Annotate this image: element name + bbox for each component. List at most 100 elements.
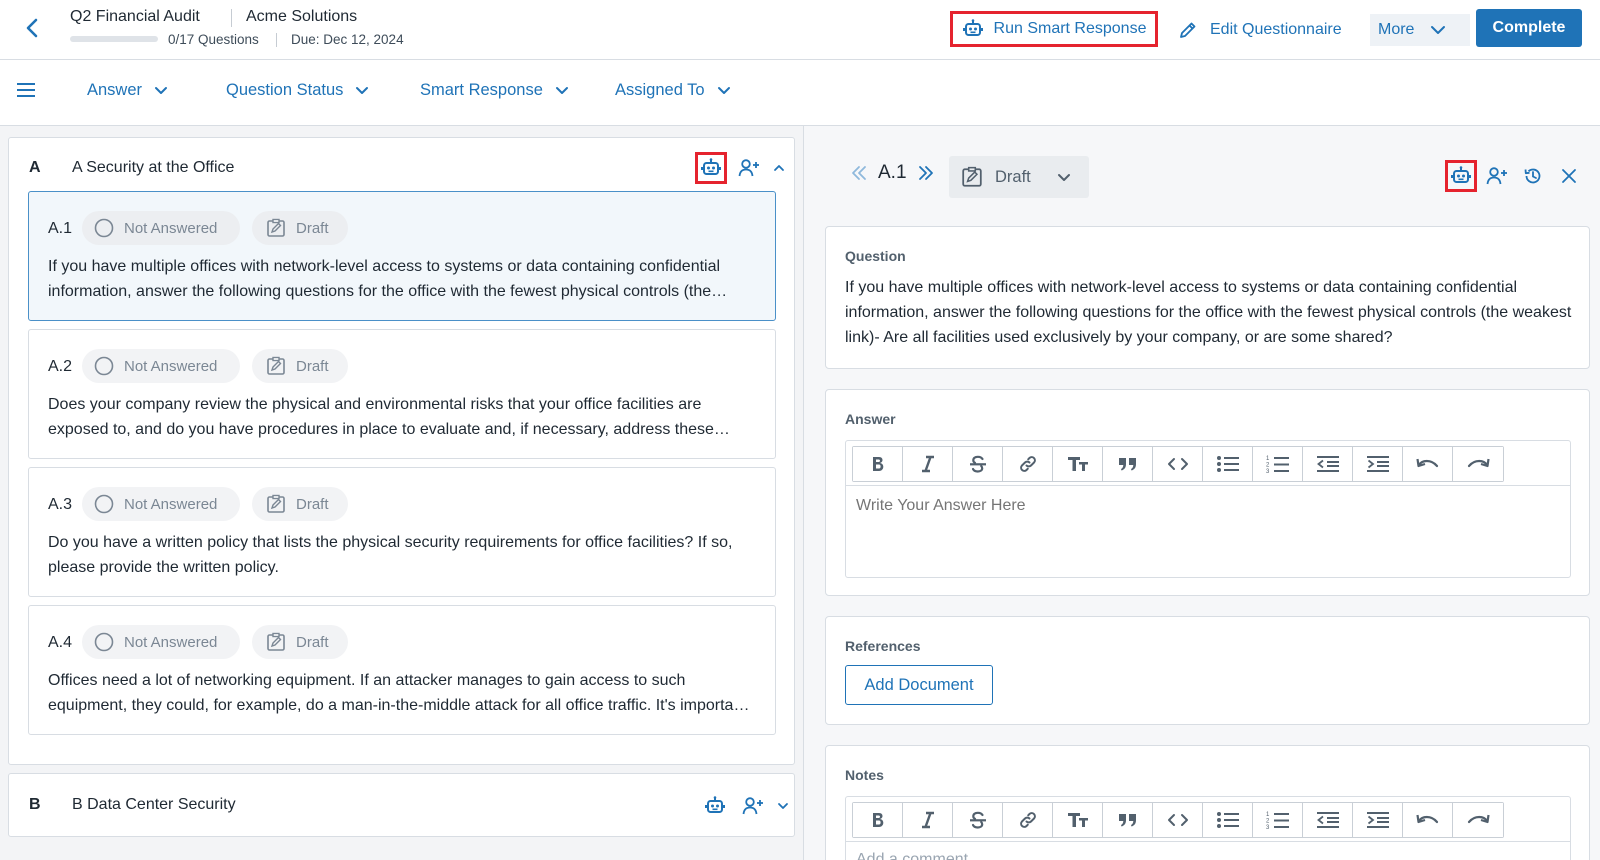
quote-button[interactable] <box>1103 447 1153 481</box>
question-card-a2[interactable]: A.2 Not Answered Draft Does your company… <box>28 329 776 459</box>
quote-button[interactable] <box>1103 803 1153 837</box>
heading-button[interactable] <box>1053 803 1103 837</box>
more-menu-button[interactable]: More <box>1370 14 1470 46</box>
section-b-header[interactable]: B B Data Center Security <box>8 773 795 837</box>
section-a-header[interactable]: A A Security at the Office <box>9 138 794 188</box>
code-button[interactable] <box>1153 447 1203 481</box>
chevron-down-icon <box>356 87 369 94</box>
filter-question-status-label: Question Status <box>226 81 344 99</box>
section-smart-response-button[interactable] <box>695 152 727 184</box>
indent-button[interactable] <box>1353 803 1403 837</box>
question-status-value: Draft <box>995 167 1031 186</box>
empty-circle-icon <box>94 218 114 238</box>
section-letter: B <box>29 796 41 813</box>
section-collapse-button[interactable] <box>771 152 787 184</box>
italic-button[interactable] <box>903 447 953 481</box>
italic-button[interactable] <box>903 803 953 837</box>
previous-question-button[interactable] <box>848 162 870 184</box>
filter-answer[interactable]: Answer <box>87 81 168 100</box>
chevron-down-icon <box>717 87 730 94</box>
link-button[interactable] <box>1003 803 1053 837</box>
filter-assigned-to[interactable]: Assigned To <box>615 81 731 100</box>
filter-smart-response[interactable]: Smart Response <box>420 81 569 100</box>
draft-status-pill: Draft <box>252 349 348 383</box>
company-name: Acme Solutions <box>246 8 358 25</box>
svg-text:3: 3 <box>1266 825 1270 830</box>
bullet-list-button[interactable] <box>1203 803 1253 837</box>
numbered-list-button[interactable]: 123 <box>1253 447 1303 481</box>
add-document-button[interactable]: Add Document <box>845 665 993 705</box>
indent-icon <box>1366 812 1389 828</box>
answer-input[interactable] <box>856 497 1556 515</box>
draft-icon <box>267 494 285 513</box>
add-user-icon <box>1486 167 1507 185</box>
question-card-a1[interactable]: A.1 Not Answered Draft If you have multi… <box>28 191 776 321</box>
add-user-icon <box>738 159 759 177</box>
next-question-button[interactable] <box>915 162 937 184</box>
notes-input[interactable]: Add a comment <box>856 851 968 860</box>
bold-icon <box>872 457 883 471</box>
italic-icon <box>921 455 934 473</box>
section-assign-button[interactable] <box>737 790 769 822</box>
redo-icon <box>1467 458 1490 468</box>
undo-icon <box>1415 814 1438 824</box>
section-assign-button[interactable] <box>733 152 765 184</box>
question-card-a3[interactable]: A.3 Not Answered Draft Do you have a wri… <box>28 467 776 597</box>
undo-button[interactable] <box>1403 803 1453 837</box>
meta-divider <box>276 33 277 47</box>
chevron-down-icon <box>778 803 788 809</box>
draft-icon <box>267 356 285 375</box>
complete-button[interactable]: Complete <box>1476 9 1582 47</box>
question-number: A.1 <box>48 220 73 237</box>
close-icon <box>1562 169 1576 183</box>
link-button[interactable] <box>1003 447 1053 481</box>
redo-button[interactable] <box>1453 447 1503 481</box>
bold-button[interactable] <box>853 447 903 481</box>
chevron-down-icon <box>1431 26 1446 34</box>
undo-button[interactable] <box>1403 447 1453 481</box>
strikethrough-button[interactable] <box>953 447 1003 481</box>
question-status-select[interactable]: Draft <box>949 156 1089 198</box>
quote-icon <box>1118 814 1136 827</box>
double-chevron-right-icon <box>918 166 933 180</box>
question-assign-button[interactable] <box>1481 160 1513 192</box>
draft-icon <box>267 632 285 651</box>
question-history-button[interactable] <box>1517 160 1549 192</box>
question-smart-response-button[interactable] <box>1445 160 1477 192</box>
back-button[interactable] <box>18 14 46 42</box>
section-smart-response-button[interactable] <box>699 790 731 822</box>
draft-status-pill: Draft <box>252 487 348 521</box>
outdent-button[interactable] <box>1303 803 1353 837</box>
edit-questionnaire-button[interactable]: Edit Questionnaire <box>1178 15 1342 45</box>
bullet-list-icon <box>1216 456 1239 472</box>
numbered-list-icon: 123 <box>1266 456 1289 474</box>
text-size-icon <box>1067 457 1088 471</box>
question-card-a4[interactable]: A.4 Not Answered Draft Offices need a lo… <box>28 605 776 735</box>
indent-button[interactable] <box>1353 447 1403 481</box>
chevron-down-icon <box>1057 173 1070 181</box>
section-actions <box>699 790 791 822</box>
redo-button[interactable] <box>1453 803 1503 837</box>
answer-label: Answer <box>845 411 896 427</box>
run-smart-response-button[interactable]: Run Smart Response <box>950 11 1158 47</box>
bold-button[interactable] <box>853 803 903 837</box>
code-icon <box>1167 458 1188 470</box>
notes-editor: 123 Add a comment <box>845 796 1571 860</box>
draft-status-label: Draft <box>296 219 329 237</box>
code-button[interactable] <box>1153 803 1203 837</box>
strikethrough-button[interactable] <box>953 803 1003 837</box>
section-expand-button[interactable] <box>775 790 791 822</box>
filter-question-status[interactable]: Question Status <box>226 81 369 100</box>
outdent-button[interactable] <box>1303 447 1353 481</box>
references-label: References <box>845 638 921 654</box>
numbered-list-button[interactable]: 123 <box>1253 803 1303 837</box>
menu-button[interactable] <box>16 82 36 98</box>
progress-bar <box>70 36 158 42</box>
close-detail-button[interactable] <box>1553 160 1585 192</box>
heading-button[interactable] <box>1053 447 1103 481</box>
bullet-list-button[interactable] <box>1203 447 1253 481</box>
chevron-left-icon <box>26 18 38 38</box>
strikethrough-icon <box>969 455 986 473</box>
svg-text:1: 1 <box>1266 456 1270 462</box>
robot-icon <box>962 19 983 36</box>
